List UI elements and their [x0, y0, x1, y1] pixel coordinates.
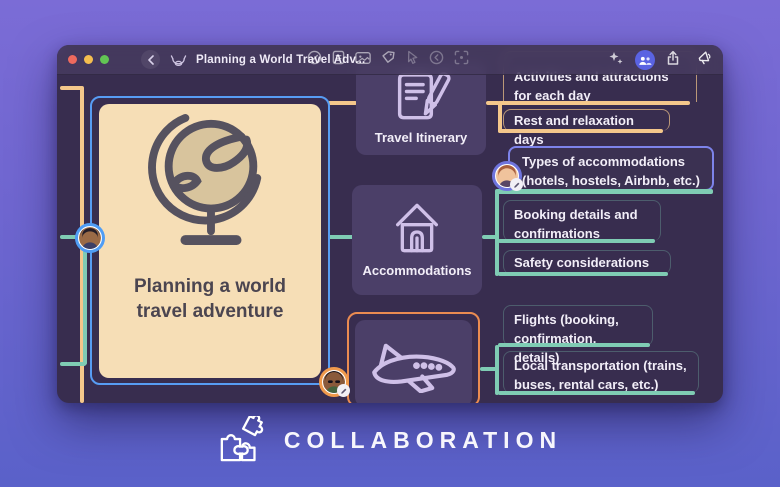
node-flights[interactable]: Flights (booking, confirmation, details): [503, 305, 653, 346]
toolbar-center: [307, 45, 469, 75]
page-background: Planning a world travel adventure: [0, 0, 780, 487]
collaborator-avatar-blue: [75, 223, 105, 253]
topic-label: Travel Itinerary: [375, 130, 468, 145]
node-underline: [498, 129, 663, 133]
node-underline: [498, 101, 690, 105]
node-underline: [498, 343, 650, 347]
minimize-button[interactable]: [84, 55, 93, 64]
back-button[interactable]: [141, 50, 160, 69]
collaborators-button[interactable]: [635, 50, 655, 70]
node-underline: [498, 239, 655, 243]
node-local-transportation[interactable]: Local transportation (trains, buses, ren…: [503, 351, 699, 393]
app-logo-icon: [170, 52, 187, 67]
node-underline: [498, 391, 695, 395]
app-window: Planning a world travel adventure: [57, 45, 723, 403]
node-rest-days[interactable]: Rest and relaxation days: [503, 109, 670, 131]
back-chevron-icon: [147, 55, 155, 65]
people-icon: [638, 55, 652, 66]
editing-pencil-badge: [510, 178, 523, 191]
node-types-of-accommodations[interactable]: Types of accommodations (hotels, hostels…: [508, 146, 714, 191]
central-node-title: Planning a world travel adventure: [108, 274, 313, 324]
topic-node-travel-itinerary[interactable]: Travel Itinerary: [356, 62, 486, 155]
document-pen-icon: [390, 68, 452, 126]
traffic-lights: [68, 55, 109, 64]
globe-icon: [146, 104, 274, 254]
house-icon: [387, 195, 447, 257]
window-titlebar: Planning a World Travel Adv...: [57, 45, 723, 75]
branch-line: [328, 235, 354, 239]
check-circle-icon[interactable]: [307, 50, 322, 70]
caption-banner: COLLABORATION: [0, 412, 780, 468]
node-underline: [498, 272, 668, 276]
toolbar-right: [608, 45, 713, 75]
topic-node-accommodations[interactable]: Accommodations: [352, 185, 482, 295]
cursor-icon[interactable]: [406, 50, 419, 70]
zoom-button[interactable]: [100, 55, 109, 64]
focus-frame-icon[interactable]: [454, 50, 469, 70]
note-icon[interactable]: [332, 50, 345, 70]
sparkles-icon[interactable]: [608, 50, 624, 71]
caption-label: COLLABORATION: [284, 427, 562, 454]
branch-line: [83, 248, 87, 365]
collaborator-avatar-orange: [319, 367, 349, 397]
central-node[interactable]: Planning a world travel adventure: [99, 104, 321, 378]
branch-line: [495, 345, 499, 395]
topic-label: Accommodations: [362, 263, 471, 278]
person-avatar-icon: [79, 227, 101, 249]
image-icon[interactable]: [355, 51, 371, 70]
branch-line: [495, 190, 499, 276]
megaphone-icon[interactable]: [697, 50, 713, 70]
node-underline: [495, 189, 713, 194]
collaborator-avatar-purple: [492, 161, 522, 191]
share-icon[interactable]: [666, 50, 680, 71]
close-button[interactable]: [68, 55, 77, 64]
chevron-circle-icon[interactable]: [429, 50, 444, 70]
node-safety-considerations[interactable]: Safety considerations: [503, 250, 671, 274]
mindmap-canvas[interactable]: Planning a world travel adventure: [57, 45, 723, 403]
branch-line: [60, 362, 86, 366]
node-booking-details[interactable]: Booking details and confirmations: [503, 200, 661, 241]
airplane-icon: [368, 335, 460, 393]
branch-line: [328, 101, 357, 105]
tag-icon[interactable]: [381, 50, 396, 70]
puzzle-icon: [218, 416, 266, 464]
editing-pencil-badge: [337, 384, 350, 397]
topic-node-transportation[interactable]: [355, 320, 472, 403]
